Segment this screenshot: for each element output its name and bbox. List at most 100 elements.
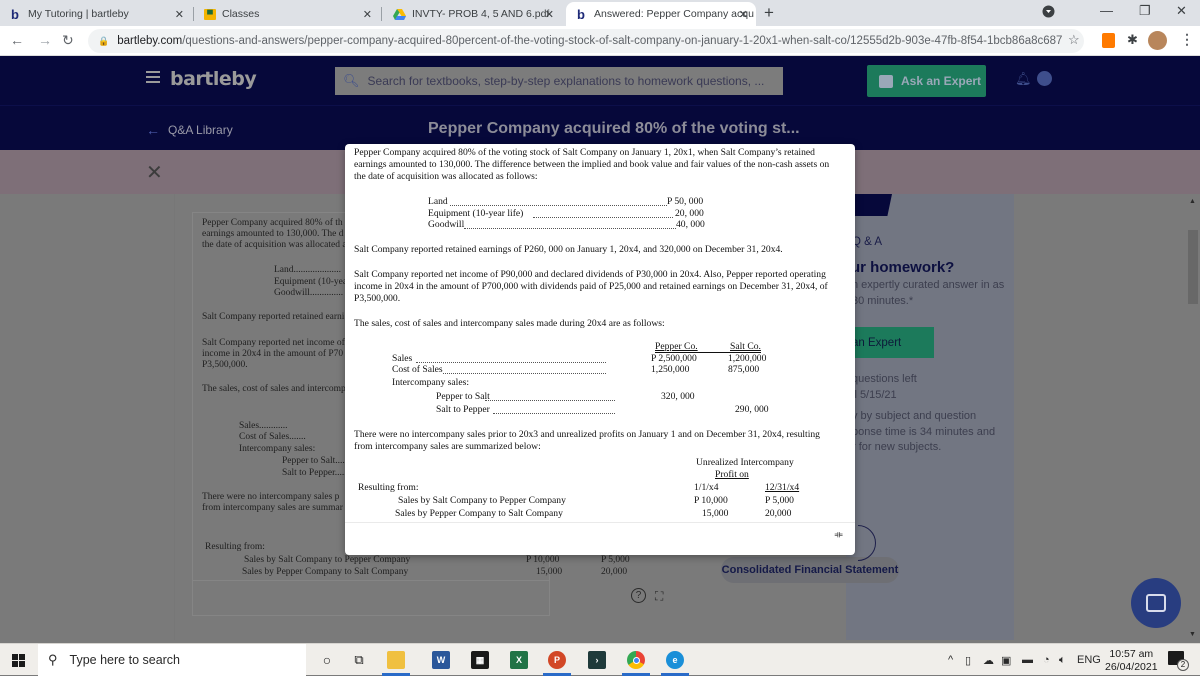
onedrive-cloud-icon[interactable]: ☁ — [983, 654, 994, 667]
bg-text: There were no intercompany sales p — [202, 492, 340, 502]
edge-icon[interactable]: e — [666, 651, 684, 669]
bg-text: Intercompany sales: — [239, 444, 316, 454]
app-arrow-icon[interactable]: › — [588, 651, 606, 669]
unrealized-text: from intercompany sales are summarized b… — [354, 441, 541, 452]
retained-earnings-text: Salt Company reported retained earnings … — [354, 244, 783, 255]
divider — [174, 194, 175, 640]
column-header-salt: Salt Co. — [730, 341, 761, 352]
bg-text: P3,500,000. — [202, 360, 248, 370]
tab-my-tutoring[interactable]: b My Tutoring | bartleby ✕ — [0, 2, 192, 26]
help-icon[interactable]: ? — [631, 588, 646, 603]
chat-support-button[interactable] — [1131, 578, 1181, 628]
back-arrow-icon[interactable]: ← — [10, 32, 24, 48]
clock-date: 26/04/2021 — [1105, 661, 1158, 673]
profile-avatar[interactable] — [1148, 31, 1167, 50]
sales-pepper-value: P 2,500,000 — [651, 353, 697, 364]
qa-library-link[interactable]: ← Q&A Library — [146, 122, 233, 138]
sales-row-label: Salt to Pepper — [436, 404, 490, 415]
file-explorer-icon[interactable] — [387, 651, 405, 669]
unrealized-text: There were no intercompany sales prior t… — [354, 429, 820, 440]
tab-classes[interactable]: ▀ Classes ✕ — [196, 2, 380, 26]
close-tab-icon[interactable]: ✕ — [739, 8, 748, 21]
profit-table-header: Unrealized Intercompany — [696, 457, 794, 468]
task-view-icon[interactable]: ⧉ — [350, 651, 368, 669]
battery-icon[interactable]: ▬ — [1022, 654, 1033, 666]
browser-menu-icon[interactable]: ⋮ — [1180, 31, 1194, 48]
powerpoint-icon[interactable]: P — [548, 651, 566, 669]
account-icon[interactable] — [1037, 71, 1052, 86]
search-icon: 🔍︎ — [343, 73, 360, 88]
scroll-up-icon[interactable]: ▲ — [1189, 198, 1196, 205]
new-tab-button[interactable]: + — [764, 3, 774, 23]
profile-menu-icon[interactable] — [1042, 5, 1055, 21]
allocation-label: Equipment (10-year life) — [428, 208, 524, 219]
reload-icon[interactable]: ↻ — [62, 32, 74, 49]
bg-text: Salt Company reported retained earni — [202, 312, 345, 322]
profit-jan-value: P 10,000 — [694, 495, 728, 506]
leader-dots — [533, 217, 673, 218]
hamburger-menu-icon[interactable] — [146, 71, 160, 86]
close-banner-icon[interactable]: ✕ — [146, 160, 163, 185]
close-tab-icon[interactable]: ✕ — [545, 8, 554, 21]
bg-text: from intercompany sales are summar — [202, 503, 343, 513]
cortana-icon[interactable]: ○ — [318, 651, 336, 669]
leader-dots — [450, 205, 667, 206]
shopping-extension-icon[interactable] — [1102, 33, 1115, 48]
close-tab-icon[interactable]: ✕ — [363, 8, 372, 21]
sales-row-label: Intercompany sales: — [392, 377, 469, 388]
meet-now-icon[interactable]: ▯ — [965, 654, 971, 667]
taskbar-search-input[interactable]: ⚲ Type here to search — [38, 644, 306, 676]
salt-to-pepper-value: 290, 000 — [735, 404, 769, 415]
page-scrollbar[interactable]: ▲ ▼ — [1186, 194, 1200, 640]
site-search-input[interactable]: 🔍︎ Search for textbooks, step-by-step ex… — [335, 67, 783, 95]
tab-title: INVTY- PROB 4, 5 AND 6.pdf - Go — [412, 8, 552, 20]
close-tab-icon[interactable]: ✕ — [175, 8, 184, 21]
notification-bell-icon[interactable]: 🔔︎ — [1015, 71, 1032, 87]
expand-icon[interactable]: ⛶ — [655, 589, 663, 604]
microsoft-store-icon[interactable]: ▦ — [471, 651, 489, 669]
profit-row-label: Sales by Pepper Company to Salt Company — [395, 508, 563, 519]
bg-text: Pepper to Salt..... — [282, 456, 348, 466]
chrome-icon[interactable] — [627, 651, 645, 669]
allocation-label: Goodwill — [428, 219, 465, 230]
action-center-icon[interactable]: 2 — [1168, 651, 1189, 671]
scrollbar-thumb[interactable] — [1188, 230, 1198, 304]
collapse-icon[interactable]: ⌟⌞ ⌝⌜ — [834, 527, 843, 545]
chat-icon — [879, 74, 893, 88]
bg-text: The sales, cost of sales and intercomp — [202, 384, 346, 394]
minimize-icon[interactable]: — — [1100, 3, 1113, 18]
restore-icon[interactable]: ❐ — [1139, 3, 1151, 19]
tab-pdf[interactable]: INVTY- PROB 4, 5 AND 6.pdf - Go ✕ — [384, 2, 562, 26]
bg-text: Salt to Pepper..... — [282, 468, 347, 478]
extensions-puzzle-icon[interactable]: ✱ — [1127, 32, 1138, 48]
back-arrow-icon: ← — [146, 122, 160, 138]
pepper-to-salt-value: 320, 000 — [661, 391, 695, 402]
wifi-icon[interactable]: ◔ — [1043, 654, 1050, 666]
ask-an-expert-button[interactable]: Ask an Expert — [867, 65, 986, 97]
forward-arrow-icon[interactable]: → — [38, 32, 52, 48]
tab-title: My Tutoring | bartleby — [28, 8, 129, 20]
bartleby-logo[interactable]: bartleby — [170, 68, 257, 90]
excel-icon[interactable]: X — [510, 651, 528, 669]
scroll-down-icon[interactable]: ▼ — [1189, 631, 1196, 638]
display-icon[interactable]: ▣ — [1001, 654, 1011, 667]
volume-icon[interactable]: 🔈︎ — [1059, 654, 1066, 667]
google-drive-icon — [392, 7, 406, 21]
leader-dots — [493, 413, 615, 414]
sidebar-label: Q & A — [852, 236, 883, 248]
windows-start-icon[interactable] — [12, 654, 25, 667]
language-indicator[interactable]: ENG — [1077, 654, 1101, 666]
topic-chip[interactable]: Consolidated Financial Statement — [721, 557, 899, 583]
tab-answered-pepper[interactable]: b Answered: Pepper Company acqu ✕ — [566, 2, 756, 26]
tab-separator — [381, 7, 382, 21]
system-clock[interactable]: 10:57 am 26/04/2021 — [1105, 648, 1158, 674]
word-icon[interactable]: W — [432, 651, 450, 669]
show-hidden-icons-chevron[interactable]: ^ — [948, 654, 953, 666]
close-window-icon[interactable]: ✕ — [1176, 3, 1187, 19]
url-bar[interactable]: 🔒 bartleby.com/questions-and-answers/pep… — [88, 29, 1084, 53]
sidebar-ask-expert-button[interactable]: an Expert — [846, 327, 934, 358]
windows-taskbar: ⚲ Type here to search ○ ⧉ W ▦ X P › e ^ … — [0, 643, 1200, 676]
divider — [192, 580, 550, 581]
bg-text: Equipment (10-yea — [274, 277, 348, 287]
bookmark-star-icon[interactable]: ☆ — [1068, 32, 1080, 48]
